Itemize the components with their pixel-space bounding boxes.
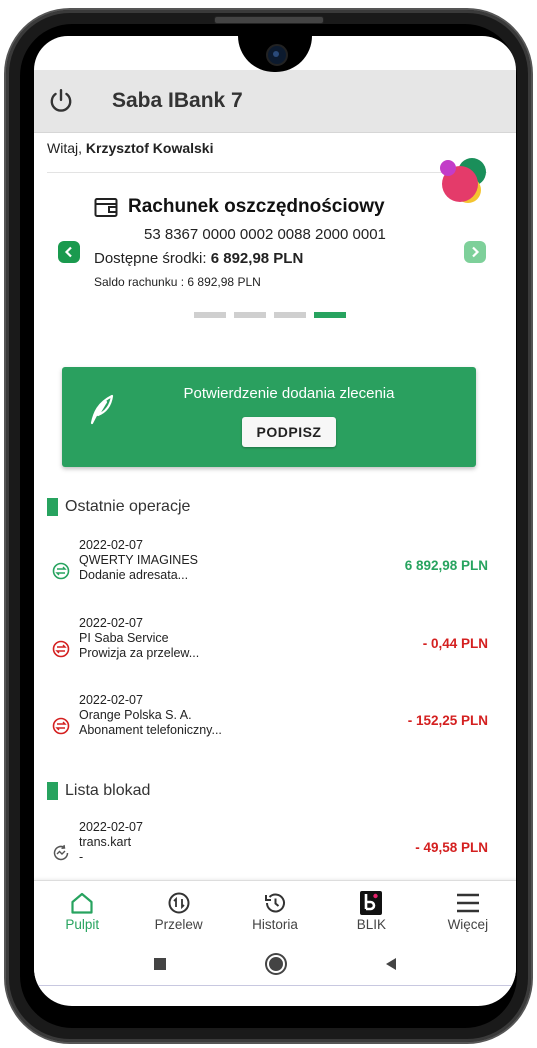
banner-text: Potwierdzenie dodania zlecenia bbox=[183, 385, 395, 402]
menu-icon bbox=[456, 893, 479, 913]
chevron-left-icon bbox=[64, 246, 72, 258]
previous-account-button[interactable] bbox=[58, 241, 80, 263]
home-button-icon[interactable] bbox=[266, 954, 285, 973]
carousel-dot[interactable] bbox=[234, 312, 266, 318]
nav-label: BLIK bbox=[356, 917, 387, 932]
section-marker bbox=[47, 782, 58, 800]
operation-name: QWERTY IMAGINES bbox=[79, 553, 199, 567]
block-details: 2022-02-07 trans.kart - bbox=[79, 820, 143, 865]
carousel-dot[interactable] bbox=[194, 312, 226, 318]
operation-details: 2022-02-07 PI Saba Service Prowizja za p… bbox=[79, 616, 199, 661]
block-row[interactable]: 2022-02-07 trans.kart - - 49,58 PLN bbox=[34, 820, 516, 882]
app-screen: Saba IBank 7 Witaj, Krzysztof Kowalski R… bbox=[34, 36, 516, 1006]
greeting: Witaj, Krzysztof Kowalski bbox=[47, 140, 213, 156]
operation-amount: - 152,25 PLN bbox=[407, 713, 488, 728]
power-icon[interactable] bbox=[48, 88, 74, 114]
wallet-icon bbox=[94, 198, 118, 217]
nav-label: Przelew bbox=[154, 917, 203, 932]
operation-date: 2022-02-07 bbox=[79, 693, 143, 707]
recent-operations-header: Ostatnie operacje bbox=[47, 498, 190, 516]
nav-label: Pulpit bbox=[65, 917, 100, 932]
confirmation-banner: Potwierdzenie dodania zlecenia PODPISZ bbox=[62, 367, 476, 467]
user-name: Krzysztof Kowalski bbox=[85, 140, 214, 156]
operation-desc: Dodanie adresata... bbox=[79, 568, 189, 582]
operation-name: PI Saba Service bbox=[79, 631, 169, 645]
divider bbox=[47, 172, 487, 173]
bank-logo-icon bbox=[440, 158, 486, 203]
section-marker bbox=[47, 498, 58, 516]
carousel-dot[interactable] bbox=[274, 312, 306, 318]
operation-desc: Abonament telefoniczny... bbox=[79, 723, 222, 737]
block-amount: - 49,58 PLN bbox=[415, 840, 488, 855]
section-title: Ostatnie operacje bbox=[65, 498, 191, 515]
nav-blik[interactable]: BLIK bbox=[323, 881, 419, 943]
next-account-button[interactable] bbox=[464, 241, 486, 263]
operation-name: Orange Polska S. A. bbox=[79, 708, 192, 722]
transaction-icon bbox=[52, 717, 70, 735]
back-icon[interactable] bbox=[385, 957, 396, 970]
app-title: Saba IBank 7 bbox=[112, 89, 243, 112]
greeting-prefix: Witaj, bbox=[47, 140, 86, 156]
account-number: 53 8367 0000 0002 0088 2000 0001 bbox=[144, 226, 386, 243]
chevron-right-icon bbox=[472, 246, 480, 258]
operation-row[interactable]: 2022-02-07 QWERTY IMAGINES Dodanie adres… bbox=[34, 538, 516, 600]
operation-details: 2022-02-07 QWERTY IMAGINES Dodanie adres… bbox=[79, 538, 198, 583]
phone-speaker bbox=[214, 16, 324, 24]
block-name: trans.kart bbox=[79, 835, 132, 849]
block-date: 2022-02-07 bbox=[79, 820, 143, 834]
nav-przelew[interactable]: Przelew bbox=[130, 881, 226, 943]
recents-icon[interactable] bbox=[154, 957, 167, 970]
transaction-icon bbox=[52, 640, 70, 658]
system-navigation-bar bbox=[34, 942, 516, 986]
operation-row[interactable]: 2022-02-07 Orange Polska S. A. Abonament… bbox=[34, 693, 516, 755]
bottom-navigation: Pulpit Przelew Historia BLIK Więcej bbox=[34, 880, 516, 943]
blocks-header: Lista blokad bbox=[47, 782, 150, 800]
transaction-icon bbox=[52, 562, 70, 580]
block-desc: - bbox=[79, 850, 84, 864]
account-title-row: Rachunek oszczędnościowy bbox=[94, 196, 385, 218]
carousel-dot-active[interactable] bbox=[314, 312, 346, 318]
operation-date: 2022-02-07 bbox=[79, 616, 143, 630]
nav-pulpit[interactable]: Pulpit bbox=[34, 881, 130, 943]
operation-row[interactable]: 2022-02-07 PI Saba Service Prowizja za p… bbox=[34, 616, 516, 678]
available-funds: Dostępne środki: 6 892,98 PLN bbox=[94, 250, 303, 267]
sign-button[interactable]: PODPISZ bbox=[242, 417, 336, 447]
operation-amount: - 0,44 PLN bbox=[422, 636, 488, 651]
pending-icon bbox=[53, 844, 69, 861]
section-title: Lista blokad bbox=[65, 782, 151, 799]
blik-icon bbox=[360, 891, 383, 915]
available-value: 6 892,98 PLN bbox=[210, 250, 304, 267]
operation-amount: 6 892,98 PLN bbox=[404, 558, 488, 573]
transfer-icon bbox=[168, 892, 190, 914]
operation-date: 2022-02-07 bbox=[79, 538, 143, 552]
nav-label: Historia bbox=[252, 917, 298, 932]
operation-details: 2022-02-07 Orange Polska S. A. Abonament… bbox=[79, 693, 222, 738]
available-label: Dostępne środki: bbox=[94, 250, 211, 267]
camera-icon bbox=[266, 44, 288, 66]
home-icon bbox=[71, 892, 93, 914]
nav-wiecej[interactable]: Więcej bbox=[420, 881, 516, 943]
carousel-indicator bbox=[194, 312, 346, 318]
nav-historia[interactable]: Historia bbox=[227, 881, 323, 943]
operation-desc: Prowizja za przelew... bbox=[79, 646, 200, 660]
app-header: Saba IBank 7 bbox=[34, 70, 516, 133]
account-balance: Saldo rachunku : 6 892,98 PLN bbox=[94, 275, 261, 289]
nav-label: Więcej bbox=[447, 917, 489, 932]
account-title: Rachunek oszczędnościowy bbox=[128, 196, 385, 217]
history-icon bbox=[265, 893, 285, 913]
